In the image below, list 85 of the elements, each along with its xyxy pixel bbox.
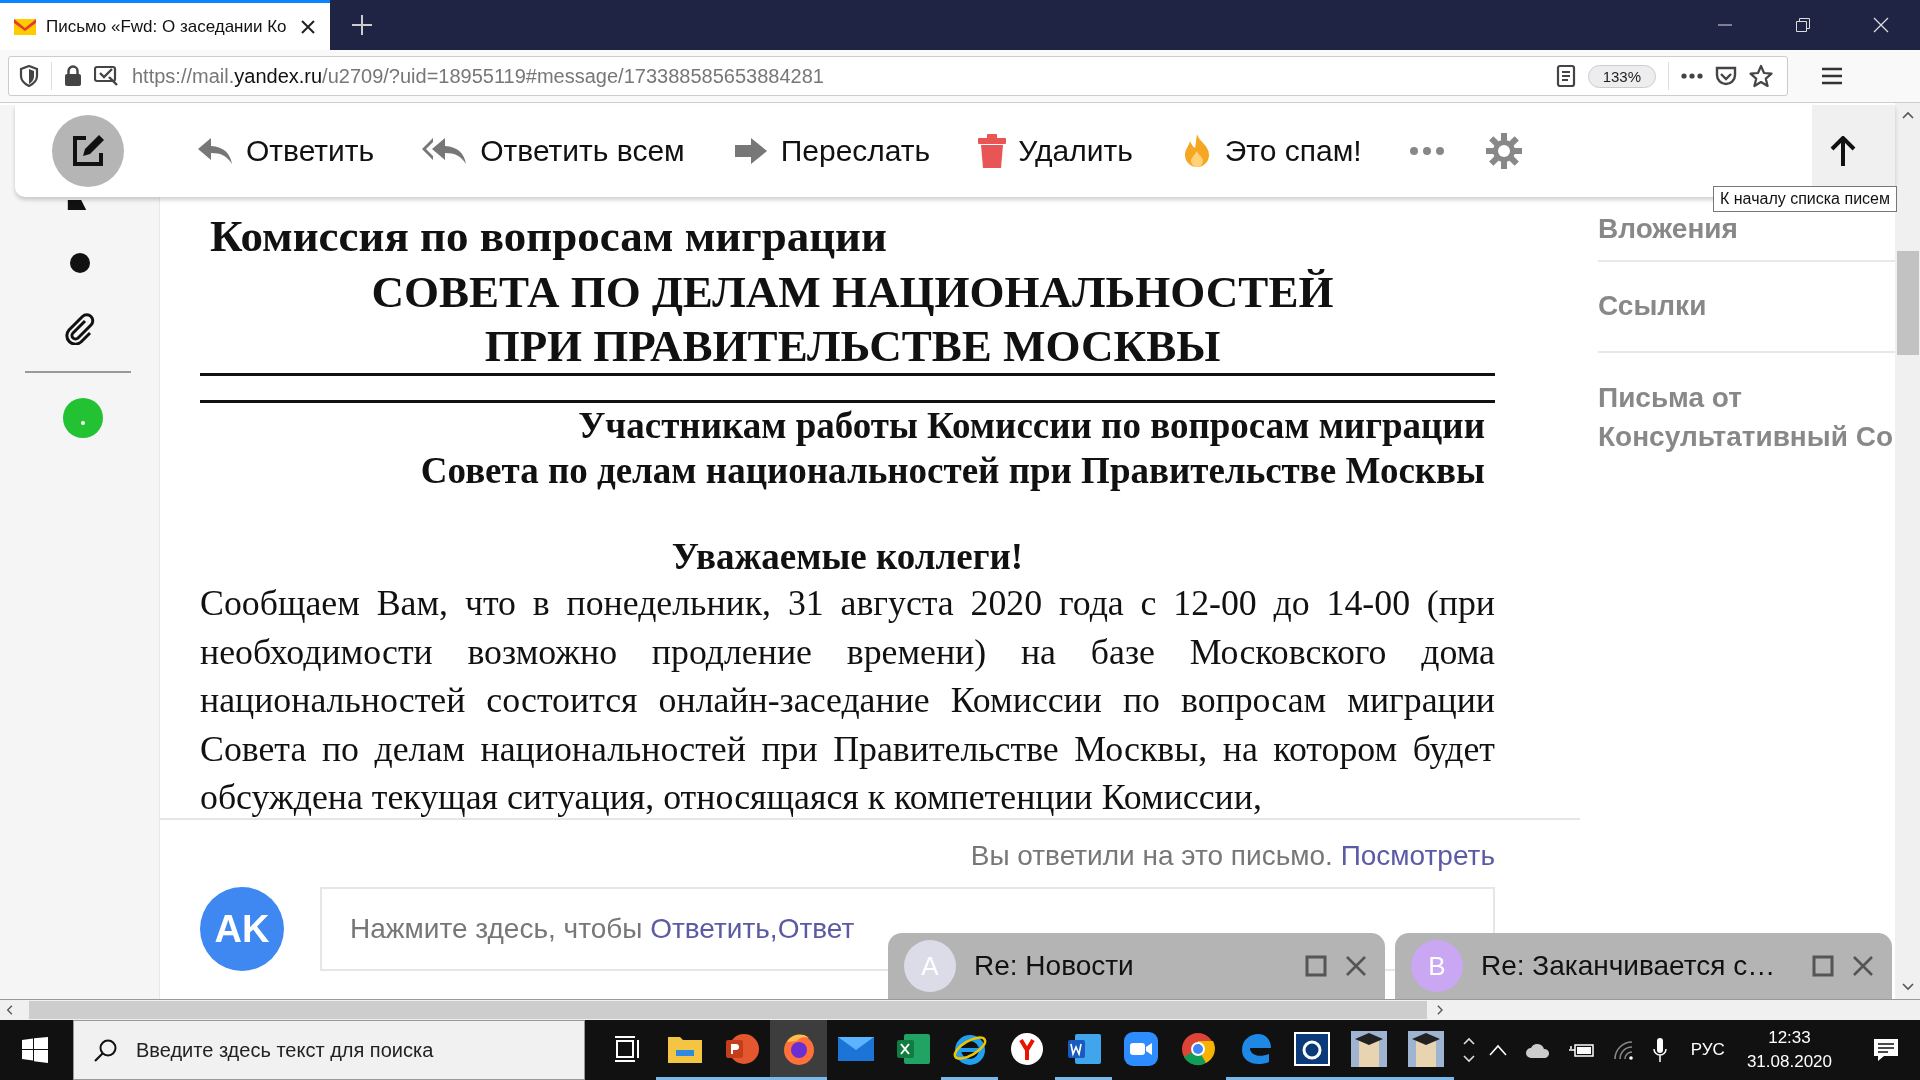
letter-heading: ПРИ ПРАВИТЕЛЬСТВЕ МОСКВЫ [483,320,1222,373]
vertical-scrollbar[interactable] [1895,103,1920,999]
video-camera-icon [1123,1031,1158,1066]
menu-icon[interactable] [1822,67,1842,85]
app-picture-icon [1350,1030,1387,1067]
more-icon[interactable] [1681,73,1703,79]
taskbar-scroll-icon[interactable] [1462,1035,1476,1065]
view-link[interactable]: Посмотреть [1340,840,1495,871]
taskbar-search-field[interactable]: Введите здесь текст для поиска [73,1020,585,1080]
reader-view-icon[interactable] [1555,64,1576,88]
letter-heading: СОВЕТА ПО ДЕЛАМ НАЦИОНАЛЬНОСТЕЙ [370,266,1335,319]
language-indicator[interactable]: РУС [1690,1040,1725,1060]
shield-icon[interactable] [19,65,39,87]
camera-app-icon [1293,1031,1330,1066]
restore-icon[interactable] [1795,17,1811,33]
scroll-right-icon[interactable] [1437,1004,1444,1016]
folder-icon [667,1034,702,1063]
notifications-icon[interactable] [1872,1037,1900,1063]
maximize-icon[interactable] [1305,955,1327,977]
greeting: Уважаемые коллеги! [670,535,1025,579]
clock-time: 12:33 [1768,1028,1811,1048]
browser-circle-icon [1180,1031,1215,1066]
document-app-icon [1066,1031,1101,1066]
scroll-up-icon[interactable] [1901,111,1914,119]
pocket-icon[interactable] [1715,66,1737,86]
permissions-icon[interactable] [94,65,120,87]
browser-y-icon [1009,1031,1044,1066]
reply-icon [196,136,234,166]
tab-title: Письмо «Fwd: О заседании Ко [46,16,288,37]
tooltip: К началу списка писем [1713,186,1897,212]
microphone-icon[interactable] [1652,1037,1667,1063]
letter-paragraph: Сообщаем Вам, что в понедельник, 31 августа 2020 года с 12-00 до 14-00 (при необходимости возможно продление времени) на базе Московского дома национальностей состоится онлайн-заседание Комиссии по вопросам миграции Совета по делам национальностей при Правительстве Москвы, на котором будет обсуждена текущая ситуация, относящаяся к компетенции Комиссии, [200,582,1495,818]
addressee-line: Совета по делам национальностей при Правительстве Москвы [419,449,1486,493]
trash-icon [978,134,1007,168]
toolbar-action[interactable]: Это спам! [1180,134,1362,168]
unread-dot-icon[interactable] [69,253,90,273]
settings-icon[interactable] [1485,133,1522,169]
paperclip-icon[interactable] [63,313,96,345]
envelope-icon [14,18,36,35]
reply-link[interactable]: Ответить, [650,913,778,944]
up-arrow-icon [1830,136,1856,166]
mail-envelope-icon [837,1034,874,1063]
new-tab-icon[interactable] [352,15,372,35]
reply-all-icon [422,136,469,166]
forward-arrow-icon [732,136,769,166]
start-icon[interactable] [22,1037,48,1063]
status-dot-icon[interactable] [62,398,103,438]
close-icon[interactable] [300,18,316,35]
chevron-up-icon[interactable] [1488,1044,1507,1056]
browser-tab[interactable]: Письмо «Fwd: О заседании Ко [0,0,330,50]
address-bar[interactable]: https://mail.yandex.ru/u2709/?uid=18955119#message/173388585653884281 133% [8,56,1788,96]
maximize-icon[interactable] [1812,955,1834,977]
app-picture-icon [1407,1030,1444,1067]
toolbar-action[interactable]: Удалить [978,134,1133,168]
clock-date: 31.08.2020 [1746,1052,1832,1072]
zoom-level-button[interactable]: 133% [1587,64,1656,88]
sidebar-icon[interactable] [65,200,88,210]
task-view-icon [613,1035,642,1062]
toolbar-action[interactable]: Переслать [732,134,931,168]
spreadsheet-app-icon [895,1031,930,1066]
reply-notice: Вы ответили на это письмо. Посмотреть [970,840,1495,872]
url-text: https://mail.yandex.ru/u2709/?uid=18955119#message/173388585653884281 [132,64,824,88]
battery-icon[interactable] [1568,1042,1595,1058]
wifi-icon[interactable] [1612,1040,1635,1060]
horizontal-scrollbar[interactable] [0,999,1920,1020]
clock[interactable]: 12:33 31.08.2020 [1746,1028,1832,1072]
search-icon [94,1038,118,1062]
letter-heading: Комиссия по вопросам миграции [209,210,888,263]
star-icon[interactable] [1749,64,1773,88]
lock-icon[interactable] [64,65,82,87]
toolbar-action[interactable]: Ответить всем [422,134,685,168]
reply-link[interactable]: Ответ [777,913,855,944]
toolbar-action[interactable]: Ответить [196,134,375,168]
addressee-line: Участникам работы Комиссии по вопросам миграции [577,404,1486,448]
avatar: B [1411,940,1463,992]
presentation-app-icon [724,1031,759,1066]
minimized-message-dialog[interactable]: B Re: Заканчивается с… [1395,933,1892,999]
scroll-down-icon[interactable] [1901,983,1914,991]
scroll-left-icon[interactable] [6,1004,13,1016]
edit-icon [70,133,106,169]
avatar: AK [200,887,284,971]
side-panel-item[interactable]: Письма от Консультативный Со [1598,353,1895,481]
reply-prompt: Нажмите здесь, чтобы Ответить,Ответ [350,913,855,945]
scrollbar-thumb[interactable] [1896,251,1919,355]
cloud-icon[interactable] [1524,1042,1551,1058]
